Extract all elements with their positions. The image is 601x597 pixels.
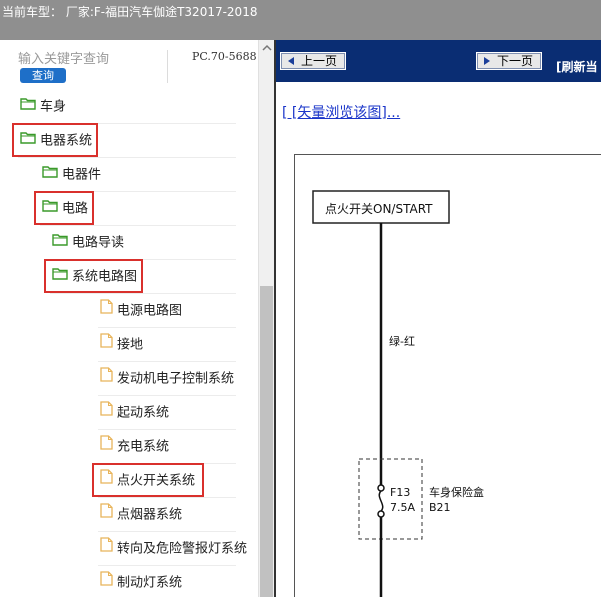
tree-item-label: 制动灯系统 — [117, 575, 183, 591]
tree-item-10[interactable]: 充电系统 — [100, 432, 169, 462]
prev-page-label: 上一页 — [301, 54, 338, 68]
tree-row-divider — [40, 225, 236, 226]
tree-item-2[interactable]: 电器件 — [42, 160, 101, 190]
fuse-box-outline — [358, 458, 423, 540]
scroll-up-arrow-icon[interactable] — [259, 40, 274, 56]
document-icon — [100, 568, 113, 597]
next-page-button[interactable]: 下一页 — [476, 52, 542, 70]
document-icon — [100, 500, 113, 530]
tree-item-highlight — [92, 463, 204, 497]
fuse-box-name-label: 车身保险盒 — [429, 485, 484, 499]
tree-item-label: 接地 — [117, 337, 144, 353]
arrow-right-icon — [484, 57, 490, 65]
folder-icon — [20, 92, 36, 122]
arrow-left-icon — [288, 57, 294, 65]
folder-icon — [52, 228, 68, 258]
tree-item-12[interactable]: 点烟器系统 — [100, 500, 182, 530]
search-divider — [167, 50, 168, 83]
tree-row-divider — [98, 361, 236, 362]
tree-item-label: 充电系统 — [117, 439, 170, 455]
document-icon — [100, 364, 113, 394]
document-icon — [100, 330, 113, 360]
wire-color-label: 绿-红 — [389, 334, 415, 348]
tree-item-label: 点烟器系统 — [117, 507, 183, 523]
tree-row-divider — [50, 293, 236, 294]
tree-item-0[interactable]: 车身 — [20, 92, 66, 122]
search-input[interactable] — [18, 50, 163, 68]
title-bar: 当前车型： 厂家:F-福田汽车伽途T32017-2018 — [0, 0, 601, 40]
fuse-id-label: F13 — [390, 486, 410, 499]
scroll-thumb[interactable] — [260, 286, 273, 597]
folder-icon — [42, 160, 58, 190]
tree-item-label: 转向及危险警报灯系统 — [117, 541, 248, 557]
refresh-link[interactable]: [刷新当 — [556, 58, 598, 75]
tree-item-8[interactable]: 发动机电子控制系统 — [100, 364, 234, 394]
fuse-symbol — [378, 490, 384, 512]
search-button[interactable]: 查询 — [20, 68, 66, 83]
tree-item-13[interactable]: 转向及危险警报灯系统 — [100, 534, 247, 564]
fuse-terminal-top — [377, 484, 385, 492]
fuse-terminal-bottom — [377, 510, 385, 518]
tree-item-label: 车身 — [40, 99, 67, 115]
tree-item-label: 起动系统 — [117, 405, 170, 421]
tree-item-label: 发动机电子控制系统 — [117, 371, 235, 387]
ignition-switch-label: 点火开关ON/START — [325, 202, 433, 216]
vector-view-link[interactable]: [ [矢量浏览该图]... — [282, 102, 400, 122]
tree-item-label: 电源电路图 — [117, 303, 183, 319]
circuit-diagram-frame: 点火开关ON/START 绿-红 F13 7.5A 车身保险盒 B21 — [294, 154, 601, 597]
tree-item-4[interactable]: 电路导读 — [52, 228, 124, 258]
document-icon — [100, 398, 113, 428]
tree-item-highlight — [34, 191, 94, 225]
document-icon — [100, 296, 113, 326]
tree-row-divider — [98, 497, 236, 498]
tree-scrollbar[interactable] — [258, 40, 274, 597]
document-icon — [100, 534, 113, 564]
tree-item-6[interactable]: 电源电路图 — [100, 296, 182, 326]
navigation-pane: 查询 PC.70-5688 车身电器系统电器件电路电路导读系统电路图电源电路图接… — [0, 40, 274, 597]
document-icon — [100, 432, 113, 462]
search-area: 查询 PC.70-5688 — [0, 40, 258, 90]
circuit-diagram: 点火开关ON/START 绿-红 F13 7.5A 车身保险盒 B21 — [312, 190, 484, 597]
next-page-label: 下一页 — [497, 54, 534, 68]
tree-row-divider — [98, 531, 236, 532]
fuse-box-code-label: B21 — [429, 501, 451, 514]
page-toolbar: 上一页 下一页 [刷新当 — [276, 40, 601, 82]
tree-item-highlight — [44, 259, 143, 293]
tree-row-divider — [98, 429, 236, 430]
tree-item-label: 电路导读 — [72, 235, 125, 251]
tree-row-divider — [18, 157, 236, 158]
fuse-rating-label: 7.5A — [390, 501, 415, 514]
tree-row-divider — [98, 565, 236, 566]
tree-row-divider — [98, 395, 236, 396]
tree-item-label: 电器件 — [62, 167, 102, 183]
document-code: PC.70-5688 — [192, 50, 257, 63]
window-title: 当前车型： 厂家:F-福田汽车伽途T32017-2018 — [2, 5, 258, 19]
document-viewer: 上一页 下一页 [刷新当 [ [矢量浏览该图]... 点火开关ON/START … — [274, 40, 601, 597]
tree-item-9[interactable]: 起动系统 — [100, 398, 169, 428]
tree-item-14[interactable]: 制动灯系统 — [100, 568, 182, 597]
tree-row-divider — [98, 327, 236, 328]
tree-item-highlight — [12, 123, 98, 157]
tree-item-7[interactable]: 接地 — [100, 330, 143, 360]
prev-page-button[interactable]: 上一页 — [280, 52, 346, 70]
